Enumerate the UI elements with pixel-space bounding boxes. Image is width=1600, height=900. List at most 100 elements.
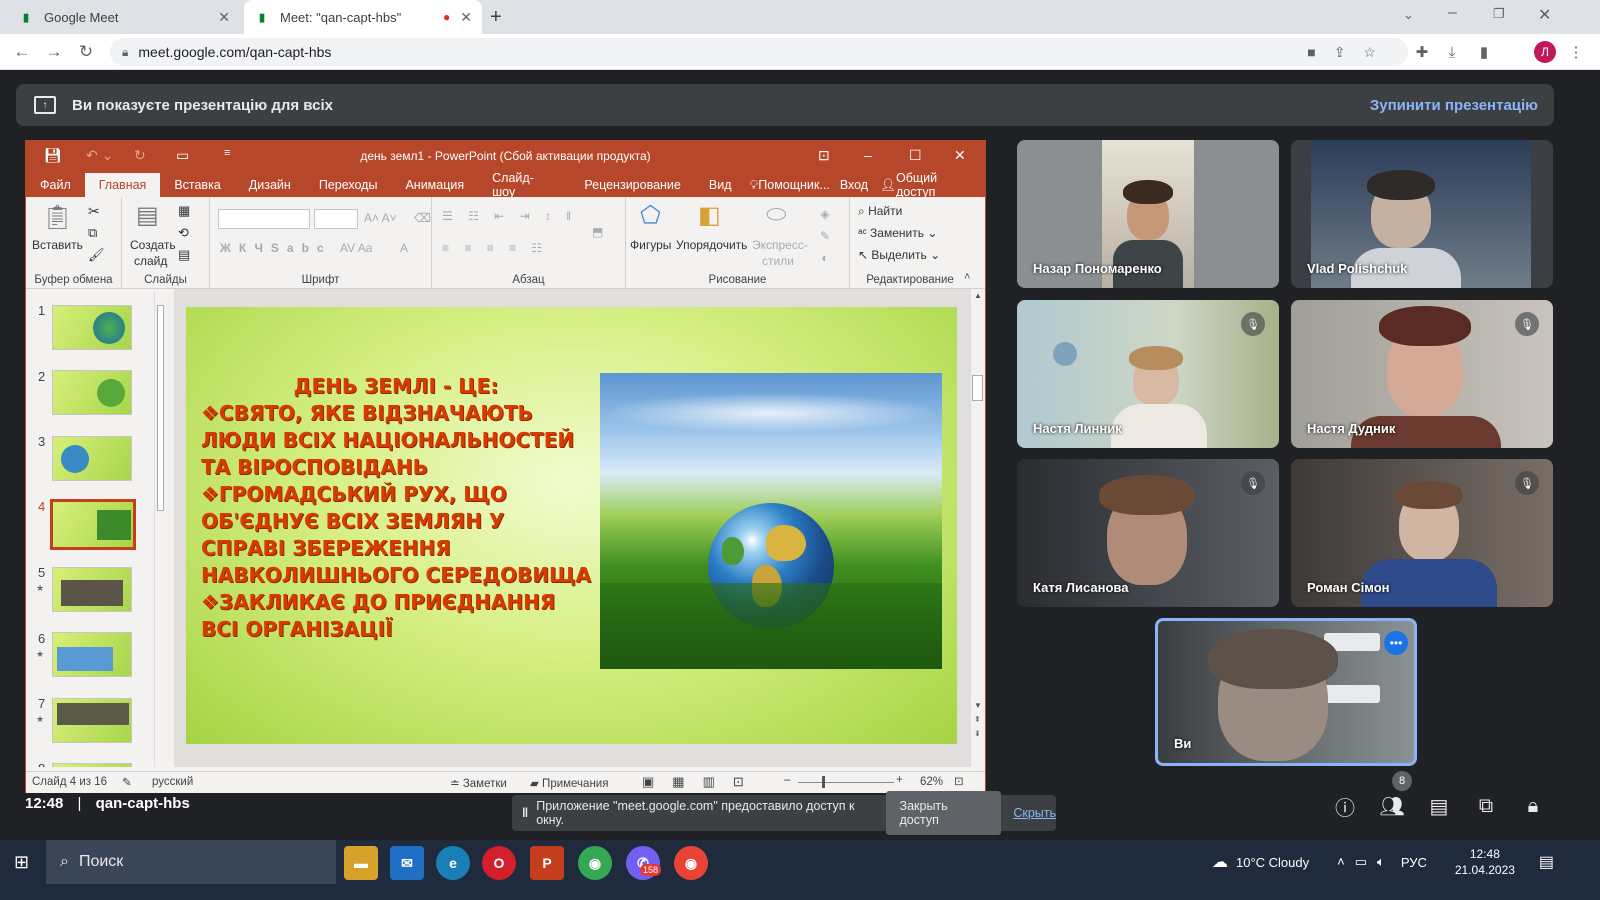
minimize-icon[interactable]: – [1448,4,1457,22]
people-icon[interactable]: 👥︎ [1378,792,1406,820]
thumbnails-scrollbar[interactable] [154,291,166,767]
grow-font-icon[interactable]: A˄ A˅ [364,211,397,225]
tray-icons[interactable]: ˄▭🔈︎ [1337,854,1395,870]
close-tab-icon[interactable]: ✕ [460,9,472,26]
find-button[interactable]: ⌕ Найти [858,204,902,219]
tab-file[interactable]: Файл [26,173,85,197]
weather-text[interactable]: 10°C Cloudy [1236,855,1309,870]
extensions-icon[interactable]: ✚ [1412,42,1432,62]
quick-styles-button[interactable]: Экспресс- [752,238,808,252]
text-direction-icon[interactable]: ⬒ [592,225,603,239]
slide-thumbnail[interactable] [52,370,132,415]
forward-icon[interactable]: → [44,42,64,62]
participant-tile[interactable]: 🎙︎ Роман Сімон [1291,459,1553,607]
close-tab-icon[interactable]: ✕ [218,9,230,26]
quick-styles-icon[interactable]: ⬭ [766,201,787,229]
zoom-out-icon[interactable]: – [784,774,790,786]
chrome-icon-2[interactable]: ◉ [674,846,708,880]
meeting-details-icon[interactable]: ⓘ [1331,792,1359,820]
tab-slideshow[interactable]: Слайд-шоу [478,171,570,199]
menu-icon[interactable]: ⋮ [1566,42,1586,62]
ppt-close-icon[interactable]: ✕ [954,147,966,164]
fit-slide-icon[interactable]: ⊡ [954,774,964,788]
font-color-icon[interactable]: A [400,241,408,255]
stop-sharing-button[interactable]: Закрыть доступ [885,791,1002,835]
paste-button[interactable]: Вставить [32,238,83,252]
slide-thumbnail-selected[interactable] [50,499,136,550]
restore-icon[interactable]: ❐ [1493,6,1505,22]
zoom-slider[interactable] [798,782,894,783]
zoom-in-icon[interactable]: + [896,774,903,786]
shape-fill-icons[interactable]: ◈ ✎ ◐ [820,203,830,269]
more-options-icon[interactable]: ••• [1384,631,1408,655]
collapse-ribbon-icon[interactable]: ˄ [964,271,970,283]
notification-icon[interactable]: ▤ [1539,852,1554,872]
font-style-icons[interactable]: ЖКЧSabc [220,241,332,255]
tab-design[interactable]: Дизайн [235,173,305,197]
ribbon-options-icon[interactable]: ⊡ [818,147,830,164]
new-tab-icon[interactable]: + [490,6,502,29]
new-slide-icon[interactable]: ▤ [136,201,159,230]
replace-button[interactable]: ᵃᶜ Заменить ⌄ [858,226,937,240]
current-slide[interactable]: ДЕНЬ ЗЕМЛІ - ЦЕ: ❖СВЯТО, ЯКЕ ВІДЗНАЧАЮТЬ… [186,307,957,744]
tab-view[interactable]: Вид [695,173,746,197]
slide-scrollbar[interactable]: ▲ ▼ ⇞ ⇟ [970,289,985,767]
file-explorer-icon[interactable]: ▬ [344,846,378,880]
zoom-slider-thumb[interactable] [822,776,825,788]
list-icons[interactable]: ☰ ☷ ⇤ ⇥ ↕ ‖ [442,209,577,223]
sign-in-link[interactable]: Вход [834,173,874,197]
profile-avatar[interactable]: Л [1534,41,1556,63]
participant-tile[interactable]: Vlad Polishchuk [1291,140,1553,288]
taskbar-search[interactable]: ⌕ Поиск [46,840,336,884]
start-slideshow-icon[interactable]: ▭ [176,147,189,164]
spelling-icon[interactable]: ✎ [122,775,132,789]
slide-thumbnail[interactable] [52,567,132,612]
reset-icon[interactable]: ⟲ [178,225,189,241]
shapes-icon[interactable]: ⬠ [640,201,661,230]
input-language[interactable]: РУС [1401,855,1427,870]
arrange-button[interactable]: Упорядочить [676,238,747,252]
tab-review[interactable]: Рецензирование [570,173,695,197]
download-icon[interactable]: ⤓ [1442,42,1462,62]
char-spacing-icon[interactable]: AV Aa [340,241,372,255]
ppt-minimize-icon[interactable]: – [864,147,872,163]
ppt-maximize-icon[interactable]: ☐ [909,147,922,164]
share-button[interactable]: 👤︎ Общий доступ [874,171,985,199]
new-slide-button[interactable]: Создать [130,238,176,252]
view-mode-icons[interactable]: ▣▦▥⊡ [642,774,762,790]
tab-transitions[interactable]: Переходы [305,173,392,197]
address-bar[interactable]: 🔒︎ meet.google.com/qan-capt-hbs ■⇪☆ [110,38,1408,66]
clear-format-icon[interactable]: ⌫ [414,211,431,225]
shapes-button[interactable]: Фигуры [630,238,671,252]
participant-tile[interactable]: 🎙︎ Настя Дудник [1291,300,1553,448]
close-window-icon[interactable]: ✕ [1538,5,1551,25]
cut-icon[interactable]: ✂ [88,203,100,220]
select-button[interactable]: ↖ Выделить ⌄ [858,248,940,262]
self-view-tile[interactable]: ••• Ви [1155,618,1417,766]
slide-thumbnail[interactable] [52,305,132,350]
host-controls-icon[interactable]: 🔒︎ [1519,792,1547,820]
font-name-input[interactable] [218,209,310,229]
tab-tell-me[interactable]: 💡︎ Помощник... [746,173,834,197]
hide-link[interactable]: Скрыть [1013,806,1056,820]
quick-styles-button-line2[interactable]: стили [762,254,794,268]
section-icon[interactable]: ▤ [178,247,190,263]
participant-tile[interactable]: 🎙︎ Настя Линник [1017,300,1279,448]
tab-search-icon[interactable]: ⌄ [1403,7,1414,23]
paste-icon[interactable]: 📋︎ [42,203,72,232]
customize-qat-icon[interactable]: ≡ [224,147,230,159]
slide-thumbnail[interactable] [52,763,132,767]
undo-icon[interactable]: ↶ ⌄ [86,147,113,164]
layout-icon[interactable]: ▦ [178,203,190,219]
chrome-icon[interactable]: ◉ [578,846,612,880]
omnibox-icons[interactable]: ■⇪☆ [1307,44,1394,61]
new-slide-button-line2[interactable]: слайд [134,254,167,268]
participant-tile[interactable]: Назар Пономаренко [1017,140,1279,288]
notes-button[interactable]: ≐ Заметки [450,776,507,790]
side-panel-icon[interactable]: ▮ [1474,42,1494,62]
earth-in-grass-image[interactable] [600,373,942,669]
font-size-input[interactable] [314,209,358,229]
tab-home[interactable]: Главная [84,173,161,197]
taskbar-clock[interactable]: 12:48 21.04.2023 [1455,846,1515,878]
participant-tile[interactable]: 🎙︎ Катя Лисанова [1017,459,1279,607]
